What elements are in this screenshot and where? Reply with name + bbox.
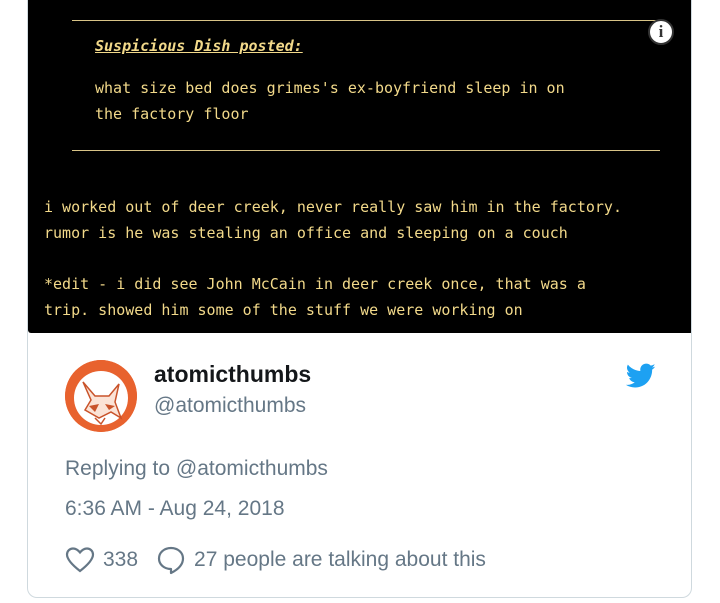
author-handle[interactable]: @atomicthumbs (154, 394, 306, 418)
replying-to-text[interactable]: Replying to @atomicthumbs (65, 457, 328, 481)
divider-line (72, 150, 660, 151)
tweet-media-image[interactable]: Suspicious Dish posted: what size bed do… (28, 0, 691, 333)
tweet-timestamp[interactable]: 6:36 AM - Aug 24, 2018 (65, 497, 285, 521)
like-count[interactable]: 338 (103, 548, 138, 572)
twitter-bird-icon[interactable] (626, 363, 656, 389)
edit-line: trip. showed him some of the stuff we we… (44, 301, 523, 319)
forum-reply: i worked out of deer creek, never really… (44, 194, 622, 246)
forum-quote: what size bed does grimes's ex-boyfriend… (95, 75, 565, 127)
avatar[interactable] (65, 360, 137, 432)
divider-line (72, 20, 660, 21)
tweet-card: Suspicious Dish posted: what size bed do… (27, 0, 692, 598)
tweet-actions: 338 27 people are talking about this (65, 544, 486, 576)
talking-about-link[interactable]: 27 people are talking about this (194, 548, 486, 572)
info-icon[interactable]: i (648, 19, 674, 45)
reply-line: i worked out of deer creek, never really… (44, 198, 622, 216)
edit-line: *edit - i did see John McCain in deer cr… (44, 275, 586, 293)
fox-avatar-icon (65, 360, 137, 432)
heart-icon[interactable] (65, 546, 95, 574)
quote-line: what size bed does grimes's ex-boyfriend… (95, 79, 565, 97)
quote-line: the factory floor (95, 105, 249, 123)
forum-poster-label: Suspicious Dish posted: (95, 37, 303, 55)
comment-bubble-icon[interactable] (156, 545, 186, 575)
reply-line: rumor is he was stealing an office and s… (44, 224, 568, 242)
author-name[interactable]: atomicthumbs (154, 361, 311, 388)
forum-edit: *edit - i did see John McCain in deer cr… (44, 271, 586, 323)
